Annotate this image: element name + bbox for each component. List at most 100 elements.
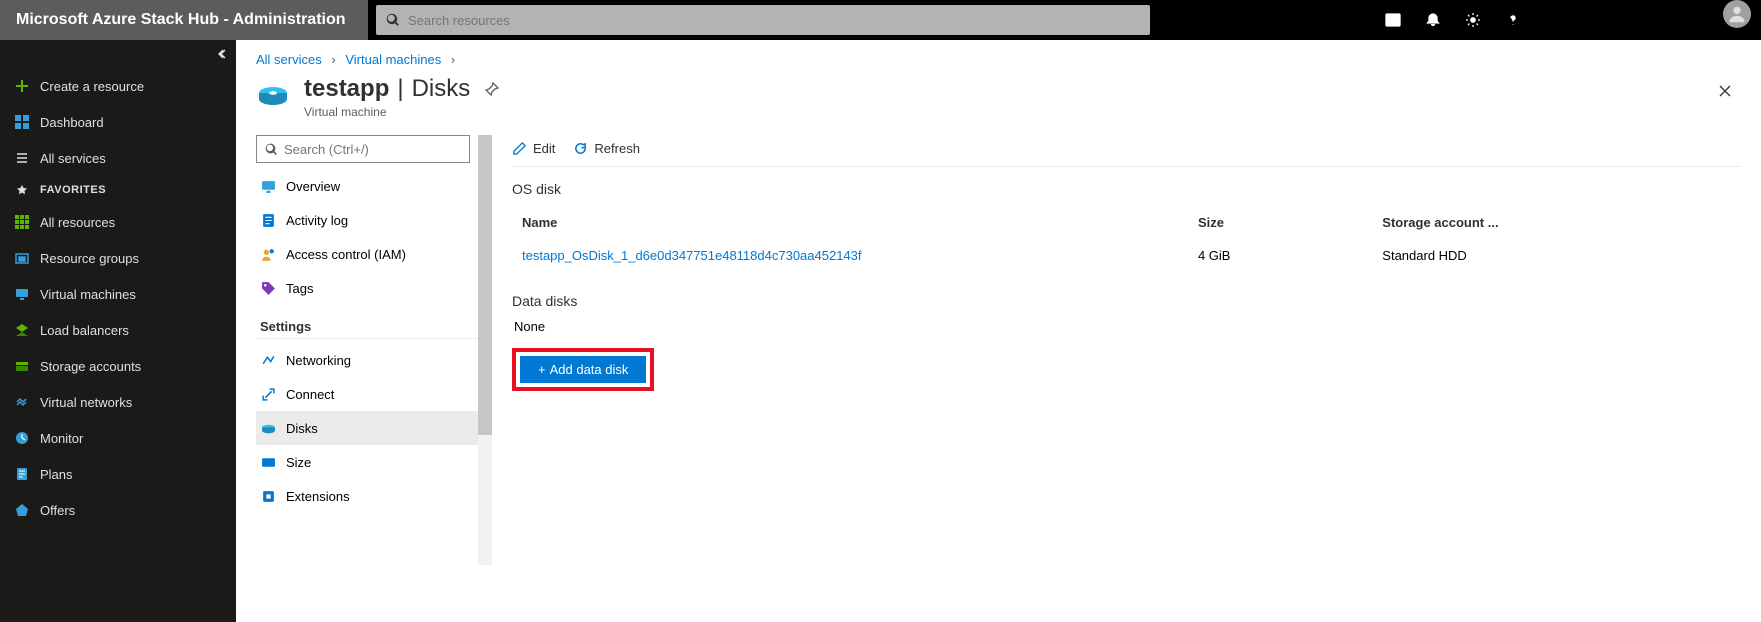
menu-overview[interactable]: Overview xyxy=(256,169,492,203)
nav-plans[interactable]: Plans xyxy=(0,456,236,492)
breadcrumb-vms[interactable]: Virtual machines xyxy=(345,52,441,67)
nav-item-label: Virtual networks xyxy=(40,395,132,410)
nav-all-resources[interactable]: All resources xyxy=(0,204,236,240)
nav-monitor[interactable]: Monitor xyxy=(0,420,236,456)
menu-item-label: Connect xyxy=(286,387,334,402)
help-icon[interactable] xyxy=(1493,0,1533,40)
grid-icon xyxy=(14,214,30,230)
plus-icon: + xyxy=(538,362,546,377)
resource-menu-search-input[interactable] xyxy=(284,142,461,157)
os-disk-table: Name Size Storage account ... testapp_Os… xyxy=(512,207,1741,273)
menu-activity-log[interactable]: Activity log xyxy=(256,203,492,237)
page-section: Disks xyxy=(412,75,471,103)
menu-item-label: Size xyxy=(286,455,311,470)
menu-scrollbar[interactable] xyxy=(478,135,492,565)
vnet-icon xyxy=(14,394,30,410)
menu-extensions[interactable]: Extensions xyxy=(256,479,492,513)
pin-icon[interactable] xyxy=(484,81,500,97)
os-disk-heading: OS disk xyxy=(512,181,1741,197)
directory-tenant-area[interactable] xyxy=(1533,0,1713,40)
chevron-right-icon: › xyxy=(451,52,455,67)
cloud-shell-icon[interactable] xyxy=(1373,0,1413,40)
resource-menu-search[interactable] xyxy=(256,135,470,163)
pencil-icon xyxy=(512,141,527,156)
menu-item-label: Access control (IAM) xyxy=(286,247,406,262)
nav-item-label: Virtual machines xyxy=(40,287,136,302)
nav-create-label: Create a resource xyxy=(40,79,144,94)
load-balancer-icon xyxy=(14,322,30,338)
list-icon xyxy=(14,150,30,166)
nav-dashboard-label: Dashboard xyxy=(40,115,104,130)
menu-item-label: Disks xyxy=(286,421,318,436)
data-disks-none: None xyxy=(512,319,1741,334)
menu-settings-header: Settings xyxy=(256,305,482,339)
os-disk-size: 4 GiB xyxy=(1188,238,1372,273)
os-disk-name-link[interactable]: testapp_OsDisk_1_d6e0d347751e48118d4c730… xyxy=(522,248,862,263)
tag-icon xyxy=(260,280,276,296)
global-search[interactable] xyxy=(376,5,1150,35)
disk-icon xyxy=(260,420,276,436)
settings-icon[interactable] xyxy=(1453,0,1493,40)
data-disks-heading: Data disks xyxy=(512,293,1741,309)
search-icon xyxy=(265,143,278,156)
networking-icon xyxy=(260,352,276,368)
nav-virtual-networks[interactable]: Virtual networks xyxy=(0,384,236,420)
edit-button[interactable]: Edit xyxy=(512,141,555,156)
nav-create-resource[interactable]: Create a resource xyxy=(0,68,236,104)
nav-offers[interactable]: Offers xyxy=(0,492,236,528)
disk-resource-icon xyxy=(256,79,290,113)
star-icon xyxy=(14,182,30,198)
refresh-icon xyxy=(573,141,588,156)
refresh-button[interactable]: Refresh xyxy=(573,141,640,156)
col-name: Name xyxy=(512,207,1188,238)
nav-item-label: Monitor xyxy=(40,431,83,446)
refresh-label: Refresh xyxy=(594,141,640,156)
close-blade-icon[interactable] xyxy=(1709,75,1741,112)
menu-item-label: Overview xyxy=(286,179,340,194)
nav-all-services[interactable]: All services xyxy=(0,140,236,176)
edit-label: Edit xyxy=(533,141,555,156)
table-row: testapp_OsDisk_1_d6e0d347751e48118d4c730… xyxy=(512,238,1741,273)
breadcrumb: All services › Virtual machines › xyxy=(236,40,1761,75)
add-data-disk-label: Add data disk xyxy=(550,362,629,377)
activity-log-icon xyxy=(260,212,276,228)
menu-item-label: Tags xyxy=(286,281,313,296)
menu-access-control[interactable]: Access control (IAM) xyxy=(256,237,492,271)
sidebar-collapse-icon[interactable] xyxy=(216,48,228,63)
notifications-icon[interactable] xyxy=(1413,0,1453,40)
breadcrumb-all-services[interactable]: All services xyxy=(256,52,322,67)
nav-all-services-label: All services xyxy=(40,151,106,166)
nav-item-label: Storage accounts xyxy=(40,359,141,374)
menu-item-label: Networking xyxy=(286,353,351,368)
chevron-right-icon: › xyxy=(331,52,335,67)
nav-favorites-header: FAVORITES xyxy=(0,176,236,204)
extensions-icon xyxy=(260,488,276,504)
nav-item-label: Resource groups xyxy=(40,251,139,266)
vm-icon xyxy=(260,178,276,194)
portal-title: Microsoft Azure Stack Hub - Administrati… xyxy=(0,0,368,40)
size-icon xyxy=(260,454,276,470)
offer-icon xyxy=(14,502,30,518)
global-search-input[interactable] xyxy=(400,13,1140,28)
nav-load-balancers[interactable]: Load balancers xyxy=(0,312,236,348)
nav-resource-groups[interactable]: Resource groups xyxy=(0,240,236,276)
plan-icon xyxy=(14,466,30,482)
os-disk-storage: Standard HDD xyxy=(1372,238,1741,273)
nav-virtual-machines[interactable]: Virtual machines xyxy=(0,276,236,312)
iam-icon xyxy=(260,246,276,262)
menu-disks[interactable]: Disks xyxy=(256,411,492,445)
resource-type: Virtual machine xyxy=(304,105,500,119)
resource-group-icon xyxy=(14,250,30,266)
monitor-icon xyxy=(14,430,30,446)
add-data-disk-highlight: + Add data disk xyxy=(512,348,654,391)
menu-connect[interactable]: Connect xyxy=(256,377,492,411)
menu-tags[interactable]: Tags xyxy=(256,271,492,305)
add-data-disk-button[interactable]: + Add data disk xyxy=(520,356,646,383)
nav-dashboard[interactable]: Dashboard xyxy=(0,104,236,140)
menu-networking[interactable]: Networking xyxy=(256,343,492,377)
menu-size[interactable]: Size xyxy=(256,445,492,479)
col-size: Size xyxy=(1188,207,1372,238)
nav-item-label: All resources xyxy=(40,215,115,230)
nav-storage-accounts[interactable]: Storage accounts xyxy=(0,348,236,384)
user-avatar[interactable] xyxy=(1723,0,1751,28)
